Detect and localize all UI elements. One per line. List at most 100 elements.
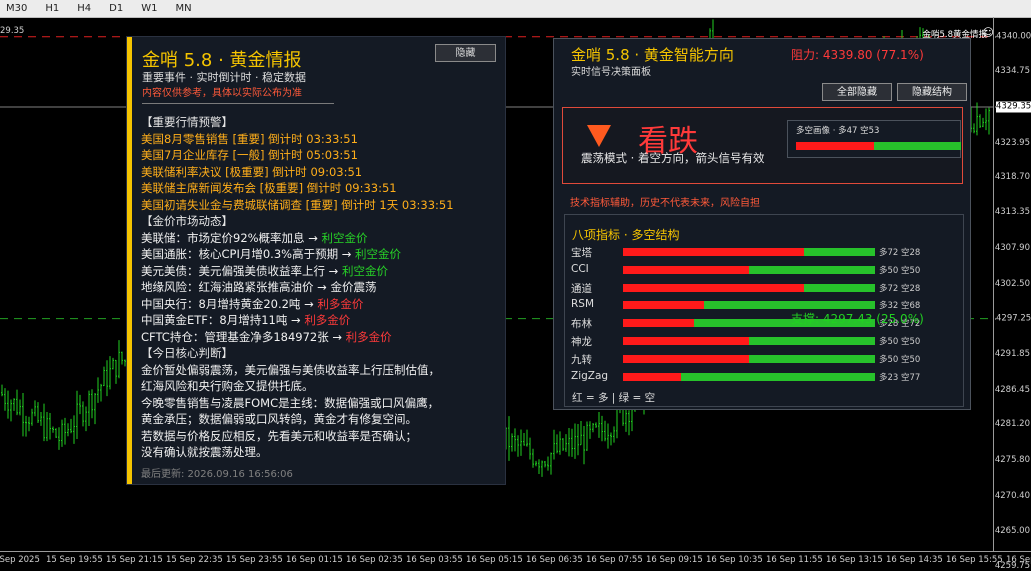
impact-tag: 利空金价	[355, 247, 402, 261]
mini-bear-segment	[873, 142, 961, 150]
price-bar	[613, 426, 615, 443]
intel-lines: 【重要行情预警】 美国8月零售销售 [重要] 倒计时 03:33:51 美国7月企业…	[141, 114, 501, 461]
time-tick: 15 Sep 22:35	[166, 555, 223, 565]
price-bar	[34, 400, 36, 417]
indicator-row: ZigZag 多23 空77	[571, 369, 961, 387]
time-tick: 16 Sep 07:55	[586, 555, 643, 565]
intel-line-text: 美国7月企业库存 [一般] 倒计时 05:03:51	[141, 148, 358, 162]
indicator-value: 多50 空50	[879, 354, 921, 365]
indicator-name: 宝塔	[571, 247, 592, 259]
indicator-row: 九转 多50 空50	[571, 351, 961, 369]
price-bar	[520, 429, 522, 456]
price-bar	[106, 360, 108, 397]
price-bar	[589, 421, 591, 439]
intel-line: 没有确认就按震荡处理。	[141, 444, 501, 461]
hide-all-button[interactable]: 全部隐藏	[822, 83, 892, 101]
hide-structure-button[interactable]: 隐藏结构	[897, 83, 967, 101]
indicator-title: 八项指标 · 多空结构	[572, 228, 680, 242]
price-bar	[73, 415, 75, 444]
indicator-row: 宝塔 多72 空28	[571, 244, 961, 262]
intel-line: 红海风险和央行购金又提供托底。	[141, 378, 501, 395]
intel-line-text: 若数据与价格反应相反，先看美元和收益率是否确认；	[141, 428, 417, 443]
price-bar	[544, 461, 546, 468]
price-tick: 4302.50	[994, 279, 1030, 289]
indicator-bear-segment	[680, 372, 875, 381]
last-update-text: 最后更新: 2026.09.16 16:56:06	[141, 469, 293, 480]
price-bar	[568, 428, 570, 457]
timeframe-w1[interactable]: W1	[135, 0, 163, 17]
intel-line-text: 【金价市场动态】	[141, 214, 233, 228]
intel-line-text: 美联储主席新闻发布会 [极重要] 倒计时 09:33:51	[141, 181, 397, 195]
timeframe-h1[interactable]: H1	[39, 0, 65, 17]
intel-line-text: 地缘风险：红海油路紧张推高油价 → 金价震荡	[141, 280, 377, 294]
signal-box: 看跌 震荡模式 · 着空方向，箭头信号有效 多空画像 · 多47 空53	[562, 107, 963, 184]
price-bar	[112, 357, 114, 370]
price-bar	[556, 434, 558, 454]
intel-line-text: 美联储利率决议 [极重要] 倒计时 09:03:51	[141, 164, 363, 179]
price-bar	[529, 437, 531, 460]
indicator-name: RSM	[571, 298, 595, 311]
indicator-bear-segment	[749, 337, 875, 345]
time-scale[interactable]: 15 Sep 202515 Sep 19:5515 Sep 21:1515 Se…	[0, 551, 1031, 569]
price-bar	[553, 429, 555, 460]
indicator-bear-segment	[703, 301, 875, 310]
resistance-price-tag: 4340.00	[996, 31, 1031, 43]
price-bar	[541, 460, 543, 477]
indicator-bar	[623, 354, 875, 363]
support-text: 支撑: 4297.43 (25.0%)	[791, 312, 924, 326]
price-bar	[28, 416, 30, 432]
section-header: 【重要行情预警】	[141, 114, 501, 131]
price-bar	[550, 452, 552, 475]
bull-bear-mini-label: 多空画像 · 多47 空53	[796, 126, 880, 136]
price-bar	[574, 423, 576, 459]
indicator-bar	[623, 301, 875, 310]
time-tick: 16 Sep 10:35	[706, 555, 763, 565]
timeframe-h4[interactable]: H4	[71, 0, 97, 17]
indicator-bull-segment	[623, 301, 704, 310]
price-bar	[25, 415, 27, 437]
price-bar	[115, 359, 117, 384]
indicator-bar	[623, 337, 875, 345]
indicator-bear-segment	[804, 248, 875, 256]
timeframe-d1[interactable]: D1	[103, 0, 129, 17]
hide-panel-button[interactable]: 隐藏	[435, 44, 496, 62]
price-tick: 4313.35	[994, 207, 1030, 218]
intel-line: 美联储：市场定价92%概率加息 → 利空金价	[141, 230, 501, 247]
timeframe-mn[interactable]: MN	[169, 0, 197, 17]
price-bar	[43, 403, 45, 442]
panel-accent-bar	[127, 37, 132, 484]
intel-line: 地缘风险：红海油路紧张推高油价 → 金价震荡	[141, 279, 501, 296]
intel-line: 若数据与价格反应相反，先看美元和收益率是否确认；	[141, 428, 501, 445]
price-bar	[4, 388, 6, 411]
impact-tag: 利多金价	[304, 313, 351, 327]
intel-line: 美国7月企业库存 [一般] 倒计时 05:03:51	[141, 147, 501, 164]
price-bar	[595, 422, 597, 428]
intel-line-text: 美国通胀：核心CPI月增0.3%高于预期 →	[141, 247, 356, 261]
timeframe-m30[interactable]: M30	[0, 0, 33, 17]
impact-tag: 利多金价	[345, 329, 392, 344]
time-tick: 16 Sep 09:15	[646, 555, 703, 565]
intel-line-text: 美国8月零售销售 [重要] 倒计时 03:33:51	[141, 131, 358, 146]
price-tick: 4323.95	[994, 137, 1030, 148]
price-bar	[76, 390, 78, 440]
price-bar	[628, 410, 630, 436]
time-tick: 16 Sep 11:55	[766, 555, 823, 565]
intel-panel-subtitle: 重要事件 · 实时倒计时 · 稳定数据	[142, 71, 306, 84]
direction-panel: 金哨 5.8 · 黄金智能方向 实时信号决策面板 阻力: 4339.80 (77…	[553, 38, 971, 410]
price-bar	[592, 422, 594, 433]
time-tick: 15 Sep 21:15	[106, 555, 163, 565]
price-tick: 4334.75	[994, 66, 1030, 77]
price-bar	[10, 399, 12, 422]
price-bar	[40, 412, 42, 426]
indicator-bull-segment	[623, 265, 749, 274]
intel-line-text: 美联储：市场定价92%概率加息 →	[141, 230, 322, 245]
indicator-bar	[623, 283, 875, 292]
price-bar	[562, 438, 564, 451]
price-scale[interactable]: 4340.00 4334.75 4329.35 4323.95 4318.70 4313.…	[993, 17, 1031, 571]
intel-line: 中国黄金ETF：8月增持11吨 → 利多金价	[141, 312, 501, 329]
indicator-bear-segment	[749, 265, 875, 274]
price-bar	[58, 427, 60, 450]
intel-line-text: 黄金承压；数据偏弱或口风转鸽，黄金才有修复空间。	[141, 412, 417, 426]
intel-line-text: 美国初请失业金与费城联储调查 [重要] 倒计时 1天 03:33:51	[141, 197, 454, 212]
price-bar	[988, 107, 990, 135]
